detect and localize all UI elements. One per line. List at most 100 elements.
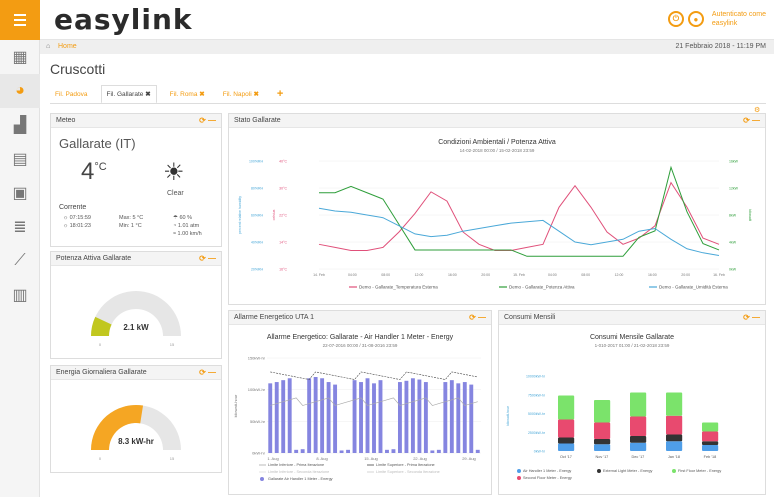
legend-swatch (517, 469, 521, 473)
legend-item: Limite Inferiore - Seconda Iterazione (268, 470, 329, 474)
tab-gallarate[interactable]: Fil. Gallarate ✖ (100, 84, 157, 104)
dashboard-tabs: Fil. Padova Fil. Gallarate ✖ Fil. Roma ✖… (50, 84, 288, 104)
x-tick: Feb '18 (704, 455, 717, 459)
breadcrumb-home[interactable]: Home (58, 43, 77, 50)
sidebar-building-icon[interactable]: ▟ (0, 108, 40, 142)
y-mid-tick: 22°C (279, 214, 287, 218)
x-tick: 8. Aug (316, 456, 327, 461)
bar (300, 449, 305, 453)
panel-controls[interactable]: ⟳ — (199, 366, 216, 380)
panel-controls[interactable]: ⟳ — (199, 252, 216, 266)
x-tick: 16. Feb (713, 273, 725, 277)
auth-line2: easylink (711, 20, 738, 27)
tab-roma[interactable]: Fil. Roma ✖ (165, 86, 210, 102)
stacked-segment (594, 422, 611, 439)
y-label: kilowatt-hour (506, 405, 510, 426)
y-left-tick: 60%RH (251, 214, 264, 218)
stacked-segment (594, 439, 611, 445)
panel-header: Energia Giornaliera Gallarate ⟳ — (51, 366, 221, 380)
x-tick: 04:00 (348, 273, 357, 277)
tab-napoli[interactable]: Fil. Napoli ✖ (218, 86, 264, 102)
y-tick: 0kW-hr (534, 450, 546, 454)
power-icon[interactable]: ⏻ (667, 11, 684, 27)
y-right-label: kilowatt (748, 209, 752, 221)
y-tick: 100kW-hr (248, 387, 266, 392)
tab-label: Fil. Gallarate (106, 90, 144, 98)
temp-unit: °C (94, 161, 107, 173)
close-icon[interactable]: ✖ (253, 91, 258, 98)
close-icon[interactable]: ✖ (145, 91, 150, 98)
bar (423, 382, 428, 453)
page-title: Cruscotti (50, 61, 106, 77)
bar (372, 383, 376, 453)
sidebar-dashboard-icon[interactable]: ◕ (0, 74, 40, 108)
stacked-segment (666, 434, 683, 442)
sidebar-document-icon[interactable]: ▤ (0, 142, 40, 176)
x-tick: 04:00 (548, 273, 557, 277)
bar (320, 378, 325, 453)
max-temp: Max: 5 °C (119, 215, 144, 221)
sidebar-report-icon[interactable]: ▥ (0, 278, 40, 312)
panel-header: Stato Gallarate ⟳ — (229, 114, 765, 128)
legend-swatch (260, 477, 264, 481)
home-icon[interactable]: ⌂ (46, 40, 50, 54)
x-tick: 16:00 (648, 273, 657, 277)
legend-item: First Floor Meter - Energy (678, 469, 721, 473)
stacked-segment (594, 444, 611, 451)
panel-controls[interactable]: ⟳ — (469, 311, 486, 325)
add-tab-button[interactable]: + (272, 84, 288, 104)
y-tick: 0kW-hr (252, 451, 265, 456)
tab-label: Fil. Padova (55, 90, 88, 98)
user-icon[interactable]: ● (687, 11, 704, 27)
panel-controls[interactable]: ⟳ — (199, 114, 216, 128)
x-tick: 20:00 (481, 273, 490, 277)
panel-title: Consumi Mensili (504, 314, 556, 321)
bar (417, 379, 422, 453)
stacked-segment (666, 392, 683, 416)
tab-padova[interactable]: Fil. Padova (50, 87, 93, 102)
gauge-min: 0 (99, 456, 102, 461)
y-mid-label: celsius (272, 209, 276, 220)
panel-controls[interactable]: ⟳ — (743, 311, 760, 325)
sidebar-calendar-icon[interactable]: ▣ (0, 176, 40, 210)
close-icon[interactable]: ✖ (199, 91, 204, 98)
sidebar: ▦ ◕ ▟ ▤ ▣ ≣ ⟋ ▥ (0, 40, 40, 497)
energia-gauge: 8.3 kW-hr 0 15 (91, 405, 181, 461)
stacked-segment (666, 441, 683, 451)
stacked-segment (702, 431, 719, 442)
bar (443, 382, 448, 453)
allarme-panel: Allarme Energetico UTA 1 ⟳ — Allarme Ener… (228, 310, 492, 495)
bar (456, 383, 461, 453)
y-right-tick: 8kW (729, 214, 737, 218)
stacked-segment (702, 441, 719, 445)
sidebar-calculator-icon[interactable]: ▦ (0, 40, 40, 74)
bar (378, 380, 383, 453)
tab-divider (50, 103, 766, 104)
legend-item: External Light Meter - Energy (603, 469, 652, 473)
menu-icon[interactable] (0, 0, 40, 40)
current-date: 21 Febbraio 2018 - 11:19 PM (675, 43, 766, 50)
panel-title: Energia Giornaliera Gallarate (56, 369, 147, 376)
sunset: ☼ 18:01:23 (63, 223, 91, 229)
auth-area[interactable]: ⏻ ● Autenticato come easylink (667, 10, 766, 28)
panel-controls[interactable]: ⟳ — (743, 114, 760, 128)
panel-header: Allarme Energetico UTA 1 ⟳ — (229, 311, 491, 325)
y-tick: 150kW-hr (248, 356, 266, 361)
bar (313, 377, 318, 453)
pressure: ◔ 1.01 atm (173, 223, 200, 229)
x-tick: 12:00 (415, 273, 424, 277)
potenza-panel: Potenza Attiva Gallarate ⟳ — 2.1 kW 0 15 (50, 251, 222, 359)
sidebar-database-icon[interactable]: ≣ (0, 210, 40, 244)
sunrise-time: 07:15:59 (69, 215, 91, 221)
stacked-segment (558, 419, 575, 438)
sidebar-chart-icon[interactable]: ⟋ (0, 244, 40, 278)
stacked-segment (558, 443, 575, 451)
y-tick: 10000kW-hr (526, 375, 546, 379)
stacked-segment (702, 422, 719, 432)
y-tick: 50kW-hr (250, 419, 266, 424)
panel-title: Meteo (56, 117, 76, 124)
bar (449, 380, 454, 453)
bar (462, 382, 467, 453)
bar (475, 449, 480, 453)
temp-number: 4 (81, 158, 95, 185)
